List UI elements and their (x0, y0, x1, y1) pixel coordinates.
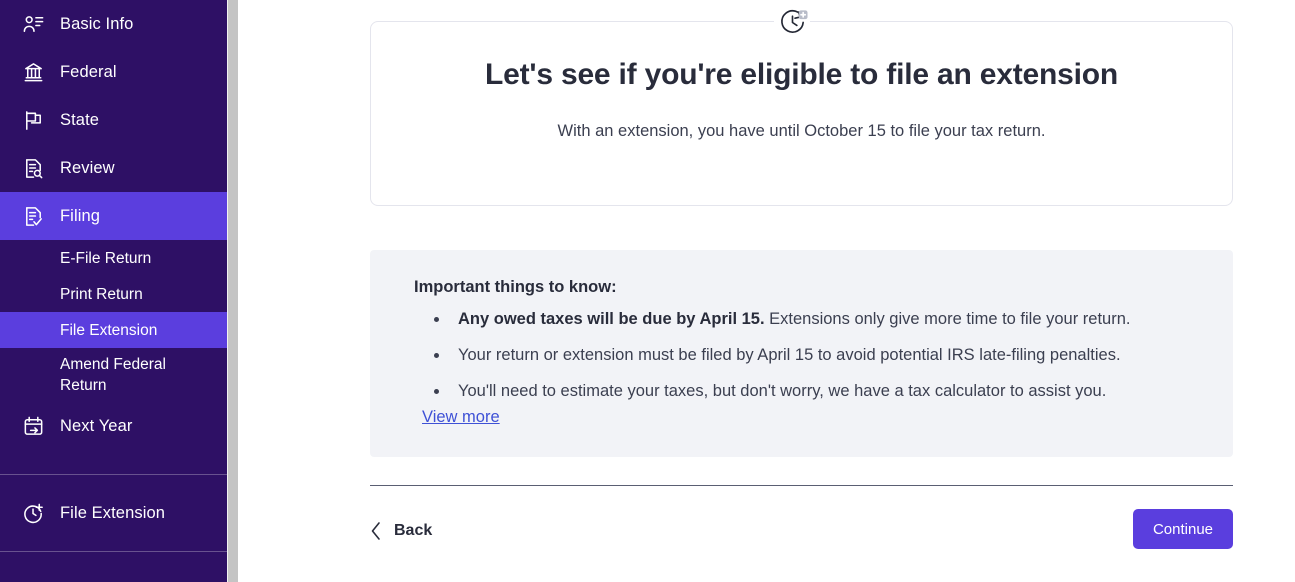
sidebar-subitem-label: Amend Federal Return (60, 356, 166, 394)
list-item: You'll need to estimate your taxes, but … (422, 380, 1202, 402)
sidebar-divider-bottom (0, 551, 227, 552)
sidebar-subitem-label: Print Return (60, 285, 143, 303)
continue-button[interactable]: Continue (1133, 509, 1233, 549)
sidebar-subitem-e-file-return[interactable]: E-File Return (0, 240, 227, 276)
back-button-label: Back (394, 522, 433, 539)
calendar-arrow-icon (20, 413, 46, 439)
page-title: Let's see if you're eligible to file an … (485, 58, 1118, 91)
bullet-bold-text: Any owed taxes will be due by April 15. (458, 310, 765, 328)
back-button[interactable]: Back (370, 521, 432, 541)
sidebar-scrollbar-thumb[interactable] (228, 0, 238, 582)
sidebar-subitem-label: E-File Return (60, 249, 152, 267)
sidebar-item-label: File Extension (60, 503, 166, 522)
document-search-icon (20, 155, 46, 181)
flag-icon (20, 107, 46, 133)
sidebar-item-label: Review (60, 158, 115, 177)
sidebar-item-label: Next Year (60, 416, 133, 435)
sidebar-subitem-file-extension[interactable]: File Extension (0, 312, 227, 348)
clock-plus-badge-icon (774, 5, 810, 39)
sidebar-subitem-print-return[interactable]: Print Return (0, 276, 227, 312)
important-info-panel: Important things to know: Any owed taxes… (370, 250, 1233, 457)
document-check-icon (20, 203, 46, 229)
sidebar-subitem-label: File Extension (60, 321, 158, 339)
app-window: Basic Info Federal State Review Filing E… (0, 0, 1295, 582)
chevron-left-icon (371, 522, 380, 540)
info-panel-title: Important things to know: (414, 278, 617, 296)
info-bullet-list: Any owed taxes will be due by April 15. … (422, 308, 1202, 416)
sidebar-item-label: Federal (60, 62, 117, 81)
sidebar-item-state[interactable]: State (0, 96, 227, 144)
sidebar-item-file-extension-footer[interactable]: File Extension (0, 489, 227, 537)
main-content: Let's see if you're eligible to file an … (239, 0, 1295, 582)
person-list-icon (20, 11, 46, 37)
sidebar-item-basic-info[interactable]: Basic Info (0, 0, 227, 48)
bullet-text: Your return or extension must be filed b… (458, 346, 1121, 364)
bullet-text: Extensions only give more time to file y… (764, 310, 1131, 328)
government-building-icon (20, 59, 46, 85)
view-more-link[interactable]: View more (422, 408, 500, 427)
sidebar-spacer-bottom (0, 537, 227, 551)
list-item: Your return or extension must be filed b… (422, 344, 1202, 366)
sidebar: Basic Info Federal State Review Filing E… (0, 0, 227, 582)
sidebar-item-label: State (60, 110, 100, 129)
sidebar-subitem-amend-federal-return[interactable]: Amend Federal Return (0, 348, 227, 402)
clock-plus-icon (20, 500, 46, 526)
sidebar-item-label: Basic Info (60, 14, 134, 33)
sidebar-item-filing[interactable]: Filing (0, 192, 227, 240)
hero-card (370, 21, 1233, 206)
page-subtitle: With an extension, you have until Octobe… (557, 122, 1046, 140)
sidebar-scrollbar-track[interactable] (227, 0, 239, 582)
list-item: Any owed taxes will be due by April 15. … (422, 308, 1202, 330)
sidebar-item-label: Filing (60, 206, 101, 225)
sidebar-item-next-year[interactable]: Next Year (0, 402, 227, 450)
sidebar-item-review[interactable]: Review (0, 144, 227, 192)
bullet-text: You'll need to estimate your taxes, but … (458, 382, 1107, 400)
sidebar-item-federal[interactable]: Federal (0, 48, 227, 96)
footer-divider (370, 485, 1233, 486)
